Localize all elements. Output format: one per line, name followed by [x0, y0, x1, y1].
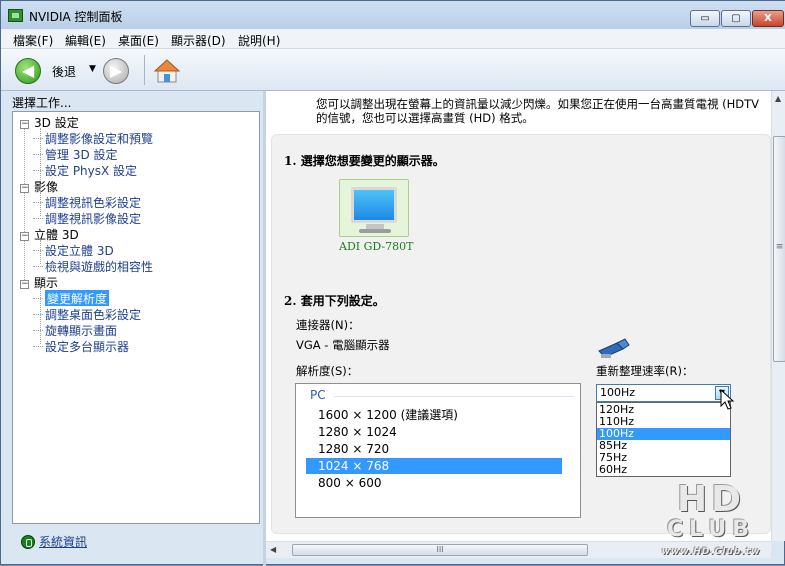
tree-connector — [40, 128, 41, 184]
tree-item-physx-settings[interactable]: 設定 PhysX 設定 — [32, 162, 137, 178]
tree-connector — [24, 126, 25, 286]
tree-category-label: 影像 — [34, 180, 59, 194]
resolution-listbox[interactable]: PC 1600 × 1200 (建議選項) 1280 × 1024 1280 ×… — [295, 383, 581, 518]
menu-display[interactable]: 顯示器(D) — [171, 32, 226, 49]
tree-item-adjust-image-settings[interactable]: 調整影像設定和預覽 — [32, 130, 153, 146]
tree-connector — [40, 288, 41, 344]
refresh-rate-label: 重新整理速率(R)： — [596, 364, 694, 378]
collapse-icon[interactable]: − — [20, 184, 29, 193]
tree-item-manage-3d-settings[interactable]: 管理 3D 設定 — [33, 146, 118, 162]
connector-label: 連接器(N)： — [296, 318, 360, 332]
home-icon[interactable] — [153, 57, 181, 85]
connector-value: VGA - 電腦顯示器 — [296, 338, 390, 352]
section-apply-settings-title: 2. 套用下列設定。 — [284, 294, 385, 308]
watermark-url: www.HD.Club.tw — [661, 547, 761, 557]
close-button[interactable]: X — [752, 10, 784, 27]
tree-category-video[interactable]: − 影像 — [20, 178, 58, 194]
back-arrow-icon[interactable]: ◀ — [15, 58, 41, 84]
menu-help[interactable]: 說明(H) — [238, 32, 280, 49]
task-pane-header: 選擇工作... — [1, 91, 263, 111]
collapse-icon[interactable]: − — [20, 280, 29, 289]
resolution-option[interactable]: 1280 × 720 — [306, 441, 562, 457]
resolution-option[interactable]: 1280 × 1024 — [306, 424, 562, 440]
minimize-button[interactable]: ▭ — [690, 10, 720, 27]
tree-item-setup-stereo-3d[interactable]: 設定立體 3D — [33, 242, 114, 258]
tree-category-label: 顯示 — [34, 276, 59, 290]
resolution-label: 解析度(S)： — [296, 364, 359, 378]
tree-item-video-color[interactable]: 調整視訊色彩設定 — [32, 194, 141, 210]
display-tile[interactable] — [339, 179, 409, 237]
menu-file[interactable]: 檔案(F) — [13, 32, 53, 49]
page-description-line: 的信號，您也可以選擇高畫質 (HD) 格式。 — [316, 111, 534, 125]
watermark-logo: HD — [676, 479, 745, 520]
tree-category-display[interactable]: − 顯示 — [20, 274, 58, 290]
resolution-option-selected[interactable]: 1024 × 768 — [306, 458, 562, 474]
hdclub-watermark: HD CLUB www.HD.Club.tw — [641, 477, 781, 563]
collapse-icon[interactable]: − — [20, 120, 29, 129]
resolution-group-header: PC — [310, 388, 326, 402]
back-history-dropdown-icon[interactable]: ▼ — [89, 64, 99, 74]
menu-bar: 檔案(F) 編輯(E) 桌面(E) 顯示器(D) 說明(H) — [1, 29, 785, 49]
toolbar: ◀ 後退 ▼ ▶ — [1, 49, 785, 91]
vertical-scroll-thumb[interactable]: ≡ — [773, 136, 785, 362]
scroll-up-icon[interactable]: ▲ — [775, 94, 781, 103]
monitor-base — [359, 229, 391, 233]
resolution-option[interactable]: 1600 × 1200 (建議選項) — [306, 407, 562, 423]
tree-category-label: 立體 3D — [34, 228, 79, 242]
tree-item-desktop-color[interactable]: 調整桌面色彩設定 — [32, 306, 141, 322]
refresh-rate-option[interactable]: 60Hz — [597, 464, 730, 476]
horizontal-scroll-thumb[interactable]: III — [292, 544, 588, 556]
window-title: NVIDIA 控制面板 — [29, 10, 123, 24]
refresh-rate-current: 100Hz — [600, 386, 636, 399]
vga-connector-icon — [598, 338, 630, 358]
tree-connector — [40, 240, 41, 264]
page-description-line: 您可以調整出現在螢幕上的資訊量以減少閃爍。如果您正在使用一台高畫質電視 (HDT… — [316, 97, 760, 111]
mouse-pointer-icon — [720, 389, 735, 410]
resolution-option[interactable]: 800 × 600 — [306, 475, 562, 491]
tree-item-change-resolution[interactable]: 變更解析度 — [32, 290, 110, 306]
task-pane-title: 選擇工作... — [12, 96, 72, 110]
tree-item-rotate-display[interactable]: 旋轉顯示畫面 — [32, 322, 117, 338]
system-info-link[interactable]: 系統資訊 — [39, 533, 87, 550]
nvidia-control-panel-window: NVIDIA 控制面板 ▭ ▢ X 檔案(F) 編輯(E) 桌面(E) 顯示器(… — [0, 0, 785, 566]
tree-category-stereo-3d[interactable]: − 立體 3D — [20, 226, 79, 242]
monitor-icon — [351, 187, 397, 223]
task-tree: −3D 設定 調整影像設定和預覽 管理 3D 設定 設定 PhysX 設定 − 影… — [12, 111, 260, 524]
tree-connector — [40, 192, 41, 216]
toolbar-separator — [144, 55, 145, 85]
nvidia-app-icon — [8, 9, 23, 22]
forward-arrow-icon[interactable]: ▶ — [103, 58, 129, 84]
vertical-scrollbar[interactable]: ▲ ≡ — [771, 91, 785, 541]
scroll-left-icon[interactable]: ◀ — [270, 545, 276, 554]
tree-item-game-compatibility[interactable]: 檢視與遊戲的相容性 — [32, 258, 153, 274]
tree-item-video-image[interactable]: 調整視訊影像設定 — [32, 210, 141, 226]
refresh-rate-select[interactable]: 100Hz ▼ — [596, 384, 731, 402]
collapse-icon[interactable]: − — [20, 232, 29, 241]
back-button-label[interactable]: 後退 — [52, 63, 76, 80]
menu-edit[interactable]: 編輯(E) — [65, 32, 106, 49]
page-description: 您可以調整出現在螢幕上的資訊量以減少閃爍。如果您正在使用一台高畫質電視 (HDT… — [316, 97, 771, 125]
tree-category-label: 3D 設定 — [34, 116, 79, 130]
tree-item-multiple-displays[interactable]: 設定多台顯示器 — [32, 338, 129, 354]
display-name[interactable]: ADI GD-780T — [339, 240, 413, 253]
menu-desktop[interactable]: 桌面(E) — [118, 32, 159, 49]
watermark-club: CLUB — [666, 517, 755, 542]
title-bar[interactable]: NVIDIA 控制面板 ▭ ▢ X — [1, 1, 785, 29]
system-info-icon[interactable] — [21, 535, 35, 549]
tree-category-3d-settings[interactable]: −3D 設定 — [20, 114, 79, 130]
refresh-rate-dropdown: 120Hz 110Hz 100Hz 85Hz 75Hz 60Hz — [596, 402, 731, 477]
group-divider — [334, 396, 574, 397]
section-select-display-title: 1. 選擇您想要變更的顯示器。 — [284, 154, 445, 168]
maximize-button[interactable]: ▢ — [721, 10, 751, 27]
